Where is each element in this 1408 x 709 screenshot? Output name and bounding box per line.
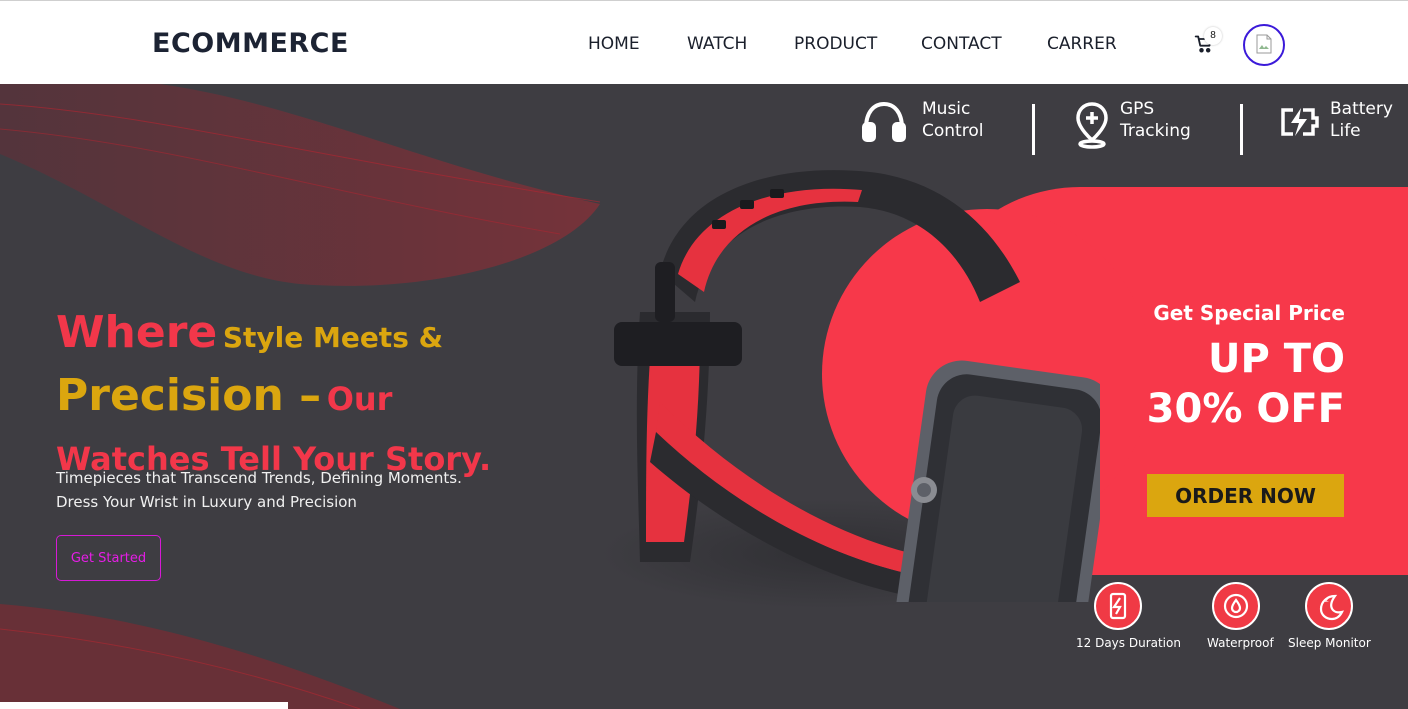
battery-duration-icon (1094, 582, 1142, 630)
feature-label: Music Control (922, 99, 984, 141)
order-now-button[interactable]: ORDER NOW (1147, 474, 1344, 517)
nav-product[interactable]: PRODUCT (794, 34, 877, 54)
nav-carrer[interactable]: CARRER (1047, 34, 1117, 54)
feature-battery-life: Battery Life (1279, 94, 1408, 154)
promo-line-1: UP TO (1207, 336, 1345, 382)
smartwatch-image (614, 170, 1100, 602)
cart-count-badge: 8 (1204, 27, 1222, 45)
site-logo[interactable]: ECOMMERCE (152, 28, 349, 59)
battery-bolt-icon (1281, 108, 1319, 136)
sleep-moon-icon: z (1305, 582, 1353, 630)
avatar[interactable] (1243, 24, 1285, 66)
promo-line-2: 30% OFF (1146, 386, 1345, 432)
broken-image-icon (1256, 34, 1272, 54)
promo-subtitle: Get Special Price (1153, 301, 1345, 325)
feature-music-control: Music Control (860, 94, 1030, 154)
headline-style-meets: Style Meets & (222, 321, 444, 354)
promo-discount: UP TO 30% OFF (1147, 334, 1345, 434)
bottom-strip (0, 702, 288, 709)
feature-gps-tracking: GPS Tracking (1074, 94, 1234, 154)
nav-watch[interactable]: WATCH (687, 34, 747, 54)
feature-strip: Music Control GPS Tracking Battery Life (0, 94, 1408, 155)
headline-precision: Precision – (56, 370, 322, 421)
hero-headline: Where Style Meets & Precision – Our Watc… (56, 306, 556, 486)
badge-label: Sleep Monitor (1288, 636, 1371, 650)
nav-contact[interactable]: CONTACT (921, 34, 1002, 54)
feature-divider (1240, 104, 1243, 155)
site-header: ECOMMERCE HOME WATCH PRODUCT CONTACT CAR… (0, 4, 1408, 84)
headline-our: Our (326, 380, 393, 418)
badge-label: 12 Days Duration (1076, 636, 1181, 650)
feature-label: GPS Tracking (1120, 99, 1191, 141)
nav-home[interactable]: HOME (588, 34, 640, 54)
get-started-button[interactable]: Get Started (56, 535, 161, 581)
feature-divider (1032, 104, 1035, 155)
badge-label: Waterproof (1207, 636, 1274, 650)
hero-section: MusicControl GPSTracking BatteryLife (0, 84, 1408, 709)
headline-where: Where (56, 307, 218, 358)
svg-text:z: z (1325, 596, 1329, 604)
hero-subtext: Timepieces that Transcend Trends, Defini… (56, 469, 462, 511)
headphones-icon (862, 101, 906, 142)
feature-label: Battery Life (1330, 99, 1393, 141)
gps-pin-icon (1076, 102, 1108, 149)
waterproof-icon (1212, 582, 1260, 630)
